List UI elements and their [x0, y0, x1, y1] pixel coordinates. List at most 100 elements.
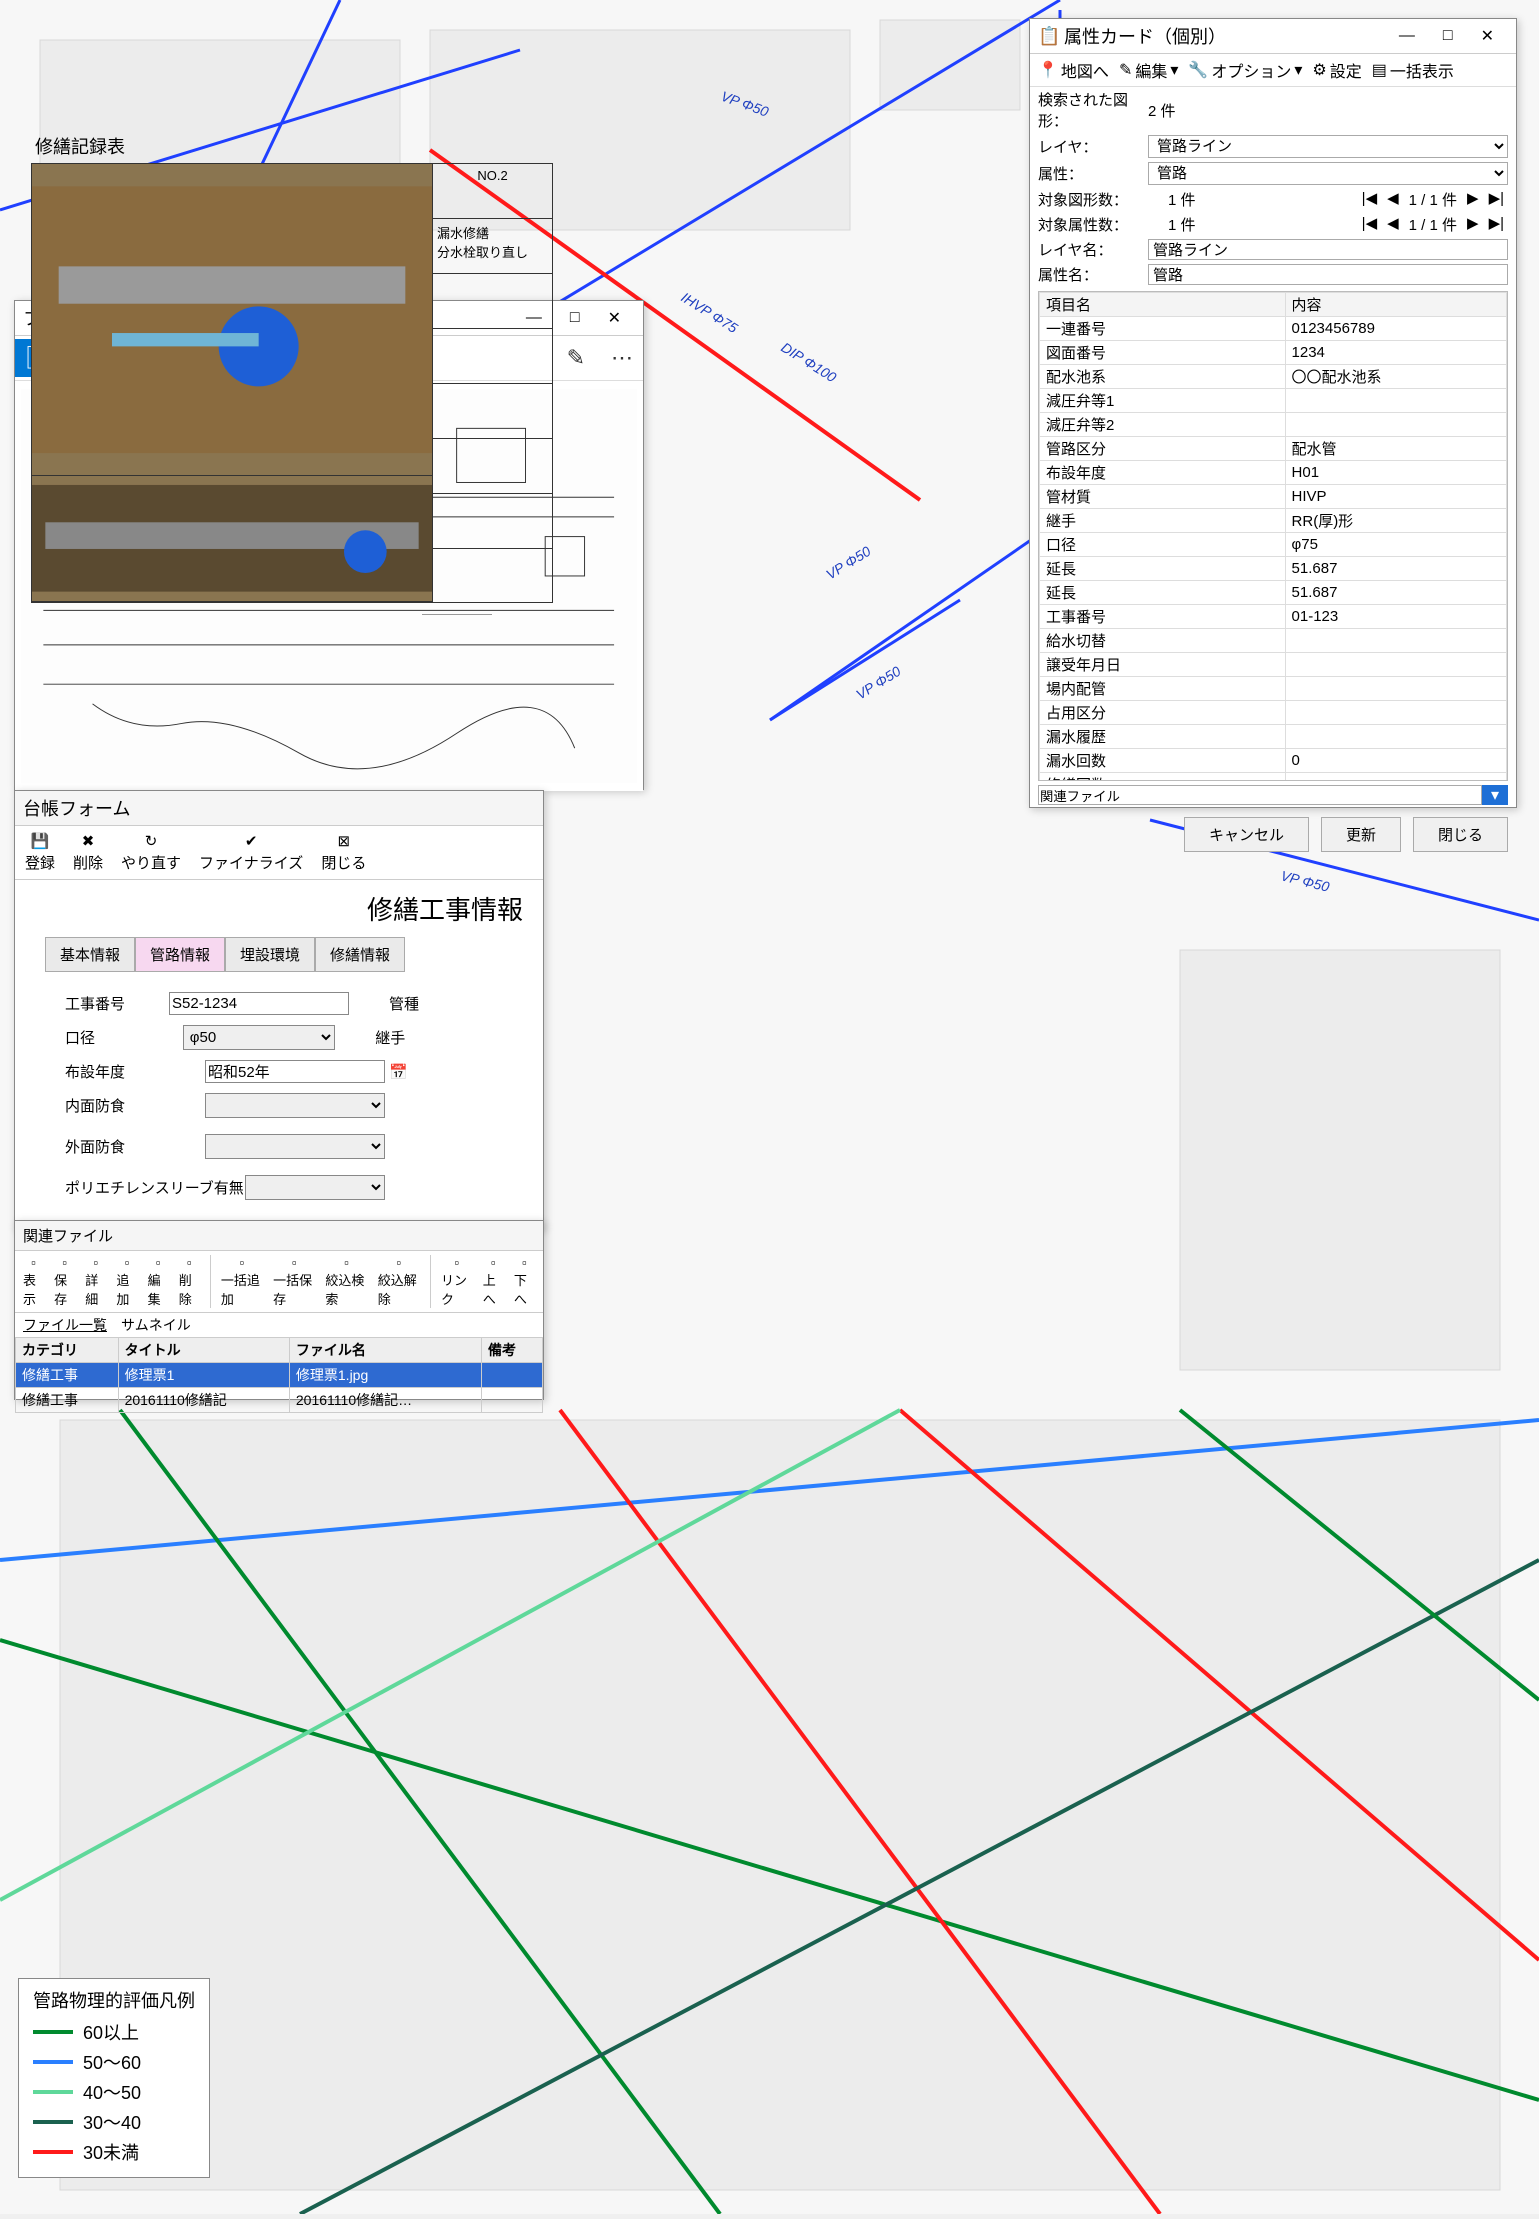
- tab-env[interactable]: 埋設環境: [225, 937, 315, 972]
- edit-icon[interactable]: ✎: [567, 345, 585, 371]
- relfiles-上へ[interactable]: ▫上へ: [483, 1255, 504, 1308]
- relfiles-table[interactable]: カテゴリタイトルファイル名備考 修繕工事修理票1修理票1.jpg修繕工事2016…: [15, 1337, 543, 1413]
- attr-row-val[interactable]: 51.687: [1285, 557, 1506, 581]
- relfiles-保存[interactable]: ▫保存: [54, 1255, 75, 1308]
- update-button[interactable]: 更新: [1321, 817, 1401, 852]
- attr-row-val[interactable]: [1285, 701, 1506, 725]
- attr-row-val[interactable]: RR(厚)形: [1285, 509, 1506, 533]
- attr-row-val[interactable]: HIVP: [1285, 485, 1506, 509]
- attr-row-key: 工事番号: [1040, 605, 1286, 629]
- redo-button[interactable]: ↻やり直す: [121, 832, 181, 873]
- attr-titlebar[interactable]: 📋 属性カード（個別） — □ ✕: [1030, 19, 1516, 54]
- layer-label: レイヤ：: [1038, 136, 1148, 157]
- attr-row-val[interactable]: [1285, 629, 1506, 653]
- last-button[interactable]: ▶|: [1485, 214, 1508, 235]
- attr-row-val[interactable]: [1285, 725, 1506, 749]
- close-button[interactable]: 閉じる: [1413, 817, 1508, 852]
- file-row[interactable]: 修繕工事修理票1修理票1.jpg: [16, 1363, 543, 1388]
- layer-select[interactable]: 管路ライン: [1148, 135, 1508, 158]
- relfiles-表示[interactable]: ▫表示: [23, 1255, 44, 1308]
- attrname-input[interactable]: [1148, 264, 1508, 285]
- gaimen-select[interactable]: [205, 1134, 385, 1159]
- attr-row-val[interactable]: 51.687: [1285, 581, 1506, 605]
- attr-row-val[interactable]: 01-123: [1285, 605, 1506, 629]
- next-button[interactable]: ▶: [1463, 189, 1483, 210]
- attr-row-val[interactable]: 0: [1285, 749, 1506, 773]
- tab-repair[interactable]: 修繕情報: [315, 937, 405, 972]
- attr-row-val[interactable]: [1285, 677, 1506, 701]
- batch-view-button[interactable]: ▤一括表示: [1372, 58, 1454, 82]
- close-button[interactable]: ⊠閉じる: [321, 832, 366, 873]
- attr-row-val[interactable]: [1285, 773, 1506, 782]
- attr-row-val[interactable]: 0123456789: [1285, 317, 1506, 341]
- ledger-toolbar: 💾登録 ✖削除 ↻やり直す ✔ファイナライズ ⊠閉じる: [15, 826, 543, 880]
- goto-map-button[interactable]: 📍地図へ: [1038, 58, 1109, 82]
- worksheet[interactable]: 修繕記録表 NO.2 漏水修繕分水栓取り直し: [25, 123, 559, 603]
- relfiles-リンク[interactable]: ▫リンク: [441, 1255, 473, 1308]
- first-button[interactable]: |◀: [1358, 214, 1381, 235]
- fusetsu-input[interactable]: [205, 1060, 385, 1083]
- target-shape-label: 対象図形数：: [1038, 189, 1168, 210]
- relfiles-追加[interactable]: ▫追加: [116, 1255, 137, 1308]
- file-row[interactable]: 修繕工事20161110修繕記20161110修繕記…: [16, 1388, 543, 1413]
- close-button[interactable]: ✕: [1467, 24, 1508, 48]
- kouji-input[interactable]: [169, 992, 349, 1015]
- app-icon: 📋: [1038, 26, 1058, 46]
- kokkei-select[interactable]: φ50: [183, 1025, 335, 1050]
- attrset-select[interactable]: 管路: [1148, 162, 1508, 185]
- relfiles-一括保存[interactable]: ▫一括保存: [273, 1255, 315, 1308]
- attr-row-key: 管路区分: [1040, 437, 1286, 461]
- attr-row-key: 給水切替: [1040, 629, 1286, 653]
- attr-row-key: 延長: [1040, 557, 1286, 581]
- attr-row-val[interactable]: 〇〇配水池系: [1285, 365, 1506, 389]
- first-button[interactable]: |◀: [1358, 189, 1381, 210]
- layername-input[interactable]: [1148, 239, 1508, 260]
- poly-select[interactable]: [245, 1175, 385, 1200]
- last-button[interactable]: ▶|: [1485, 189, 1508, 210]
- close-button[interactable]: ✕: [594, 306, 635, 330]
- option-menu[interactable]: 🔧オプション ▾: [1188, 58, 1302, 82]
- minimize-button[interactable]: —: [1385, 25, 1429, 47]
- attrset-label: 属性：: [1038, 163, 1148, 184]
- attr-row-val[interactable]: φ75: [1285, 533, 1506, 557]
- check-icon: ✔: [245, 832, 258, 850]
- attr-row-val[interactable]: 1234: [1285, 341, 1506, 365]
- attr-row-key: 修繕回数: [1040, 773, 1286, 782]
- tab-basic[interactable]: 基本情報: [45, 937, 135, 972]
- attr-row-val[interactable]: [1285, 653, 1506, 677]
- prev-button[interactable]: ◀: [1383, 214, 1403, 235]
- cancel-button[interactable]: キャンセル: [1184, 817, 1309, 852]
- related-file-input[interactable]: [1038, 785, 1482, 805]
- finalize-button[interactable]: ✔ファイナライズ: [199, 832, 303, 873]
- attr-row-val[interactable]: [1285, 413, 1506, 437]
- legend-label: 60以上: [83, 2019, 139, 2045]
- related-dropdown-button[interactable]: ▾: [1482, 785, 1508, 805]
- tab-filelist[interactable]: ファイル一覧: [23, 1315, 107, 1335]
- attr-row-val[interactable]: 配水管: [1285, 437, 1506, 461]
- delete-button[interactable]: ✖削除: [73, 832, 103, 873]
- relfiles-編集[interactable]: ▫編集: [148, 1255, 169, 1308]
- attr-row-val[interactable]: H01: [1285, 461, 1506, 485]
- relfiles-絞込解除[interactable]: ▫絞込解除: [378, 1255, 420, 1308]
- relfiles-一括追加[interactable]: ▫一括追加: [221, 1255, 263, 1308]
- relfiles-削除[interactable]: ▫削除: [179, 1255, 200, 1308]
- prev-button[interactable]: ◀: [1383, 189, 1403, 210]
- attr-grid[interactable]: 項目名内容 一連番号0123456789図面番号1234配水池系〇〇配水池系減圧…: [1038, 291, 1508, 781]
- tab-pipe[interactable]: 管路情報: [135, 937, 225, 972]
- more-icon[interactable]: ⋯: [611, 345, 633, 371]
- ledger-titlebar[interactable]: 台帳フォーム: [15, 791, 543, 826]
- maximize-button[interactable]: □: [1429, 25, 1467, 47]
- naimen-select[interactable]: [205, 1093, 385, 1118]
- tab-thumbnail[interactable]: サムネイル: [121, 1315, 191, 1335]
- legend-item: 30～40: [33, 2109, 195, 2135]
- relfiles-詳細[interactable]: ▫詳細: [85, 1255, 106, 1308]
- calendar-icon[interactable]: 📅: [389, 1063, 408, 1081]
- settings-button[interactable]: ⚙設定: [1312, 58, 1361, 82]
- next-button[interactable]: ▶: [1463, 214, 1483, 235]
- register-button[interactable]: 💾登録: [25, 832, 55, 873]
- attr-row-val[interactable]: [1285, 389, 1506, 413]
- maximize-button[interactable]: □: [556, 307, 594, 329]
- edit-menu[interactable]: ✎編集 ▾: [1119, 58, 1178, 82]
- relfiles-絞込検索[interactable]: ▫絞込検索: [325, 1255, 367, 1308]
- relfiles-下へ[interactable]: ▫下へ: [514, 1255, 535, 1308]
